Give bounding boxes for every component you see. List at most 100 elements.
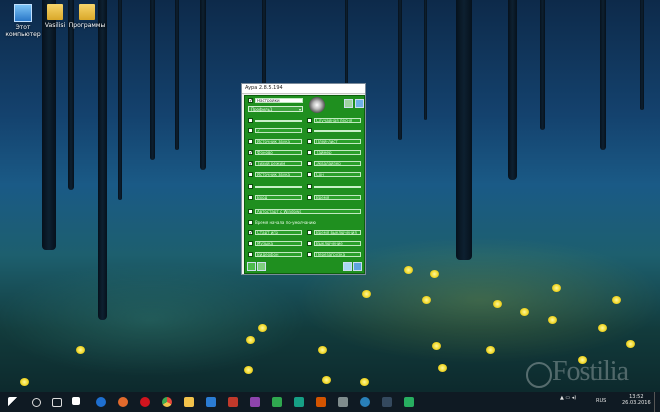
task-view-icon[interactable] (52, 398, 62, 407)
section-checkbox[interactable] (248, 220, 253, 225)
left-row-slider[interactable] (255, 119, 302, 122)
app-icon[interactable] (338, 397, 348, 407)
bottom-row-label: Старт игр (255, 230, 302, 235)
windows-start-icon[interactable] (8, 397, 18, 407)
bottom-row-right-label: Время выключения (314, 230, 361, 235)
bottom-row[interactable]: ✓ Старт игр Время выключения (248, 230, 361, 236)
right-row[interactable]: Время (307, 195, 361, 200)
right-row-checkbox[interactable] (307, 128, 312, 133)
aypa-taskbar-icon[interactable] (294, 397, 304, 407)
watermark-text: Fostilia (551, 356, 629, 387)
left-row[interactable]: Источник звука (248, 139, 302, 144)
profile-dropdown[interactable]: Профиль1 ▾ (248, 106, 303, 112)
right-row[interactable] (307, 184, 361, 189)
bottom-row-right-checkbox[interactable] (307, 241, 312, 246)
bottom-row-checkbox[interactable] (248, 252, 253, 257)
edit-button[interactable] (257, 262, 266, 271)
watermark-badge-icon (525, 362, 552, 388)
left-row-checkbox[interactable] (248, 118, 253, 123)
section-row[interactable]: Время начала по-умолчанию (248, 220, 316, 225)
left-row-checkbox[interactable]: ✓ (248, 161, 253, 167)
left-row-label: Источник звука (255, 139, 302, 144)
language-indicator[interactable]: RUS (596, 398, 606, 404)
apply-button[interactable] (353, 262, 362, 271)
firefox-icon[interactable] (118, 397, 128, 407)
settings-panel: ✓ Настройки Профиль1 ▾ ✓ Источник звука … (244, 95, 365, 274)
right-row-checkbox[interactable] (307, 195, 312, 200)
mode-checkbox-row[interactable]: ✓ Настройки (248, 98, 303, 104)
left-row[interactable] (248, 118, 302, 123)
app-icon[interactable] (382, 397, 392, 407)
app-icon[interactable] (404, 397, 414, 407)
bottom-row-right-label: Перезагрузка (314, 252, 361, 257)
right-row[interactable] (307, 128, 361, 133)
opera-icon[interactable] (140, 397, 150, 407)
right-row[interactable]: Плей-лист (307, 139, 361, 144)
bottom-row-right-label: Выключение (314, 241, 361, 246)
left-row[interactable]: Вход (248, 195, 302, 200)
app-icon[interactable] (228, 397, 238, 407)
chrome-icon[interactable] (162, 397, 172, 407)
folder-icon (79, 4, 95, 20)
skype-icon[interactable] (360, 397, 370, 407)
right-row[interactable]: Эквалайзер (307, 161, 361, 166)
left-row-label: ✓ (255, 128, 302, 133)
app-icon[interactable] (206, 397, 216, 407)
left-row-label: Источник звука (255, 172, 302, 177)
right-row[interactable]: Случайная песня (307, 118, 361, 123)
left-row[interactable]: ✓ Тихий режим (248, 161, 302, 167)
left-row[interactable]: Источник звука (248, 172, 302, 177)
mode-checkbox[interactable]: ✓ (248, 98, 253, 104)
right-row-checkbox[interactable] (307, 172, 312, 177)
windows-icon[interactable] (72, 397, 80, 405)
app-icon[interactable] (272, 397, 282, 407)
system-tray-icons[interactable]: ▲ ▭ ◂) (560, 395, 576, 401)
left-row-checkbox[interactable] (248, 195, 253, 200)
show-desktop-button[interactable] (654, 392, 660, 412)
bottom-row-right-checkbox[interactable] (307, 230, 312, 235)
left-row[interactable]: ✓ Фоново (248, 150, 302, 156)
autostart-checkbox[interactable] (248, 209, 253, 214)
info-button[interactable] (343, 262, 352, 271)
window-title: Aypa 2.8.5.194 (242, 84, 365, 94)
add-button[interactable] (247, 262, 256, 271)
desktop-icon-programs[interactable]: Программы (64, 4, 110, 29)
left-row-checkbox[interactable] (248, 184, 253, 189)
right-row-checkbox[interactable] (307, 161, 312, 166)
bottom-row-right-checkbox[interactable] (307, 252, 312, 257)
left-row-checkbox[interactable] (248, 172, 253, 177)
right-row[interactable]: Таймер (307, 150, 361, 155)
right-row-label: Таймер (314, 150, 361, 155)
bottom-row[interactable]: Видеофон Перезагрузка (248, 252, 361, 257)
app-icon[interactable] (316, 397, 326, 407)
clock-date: 26.03.2016 (622, 400, 651, 406)
right-row-slider[interactable] (314, 185, 361, 188)
chevron-down-icon: ▾ (298, 107, 301, 112)
app-icon[interactable] (250, 397, 260, 407)
edge-icon[interactable] (96, 397, 106, 407)
left-row[interactable] (248, 184, 302, 189)
clock[interactable]: 13:52 26.03.2016 (622, 394, 651, 406)
speaker-icon[interactable] (309, 97, 325, 113)
bottom-row-checkbox[interactable]: ✓ (248, 230, 253, 236)
left-row-checkbox[interactable]: ✓ (248, 150, 253, 156)
right-row-checkbox[interactable] (307, 150, 312, 155)
left-row-checkbox[interactable] (248, 139, 253, 144)
search-icon[interactable] (32, 398, 41, 407)
settings-icon-button[interactable] (344, 99, 353, 108)
right-row-label: Время (314, 195, 361, 200)
bottom-row-checkbox[interactable] (248, 241, 253, 246)
right-row-slider[interactable] (314, 129, 361, 132)
left-row-slider[interactable] (255, 185, 302, 188)
right-row-checkbox[interactable] (307, 184, 312, 189)
right-row-checkbox[interactable] (307, 118, 312, 123)
left-row-checkbox[interactable] (248, 128, 253, 133)
bottom-row[interactable]: Музыка Выключение (248, 241, 361, 246)
right-row[interactable]: Сон (307, 172, 361, 177)
left-row[interactable]: ✓ (248, 128, 302, 133)
window-icon-button[interactable] (355, 99, 364, 108)
autostart-row[interactable]: Автостарт с Windows (248, 209, 361, 214)
right-row-checkbox[interactable] (307, 139, 312, 144)
app-window[interactable]: Aypa 2.8.5.194 ✓ Настройки Профиль1 ▾ ✓ … (241, 83, 366, 275)
file-explorer-icon[interactable] (184, 397, 194, 407)
